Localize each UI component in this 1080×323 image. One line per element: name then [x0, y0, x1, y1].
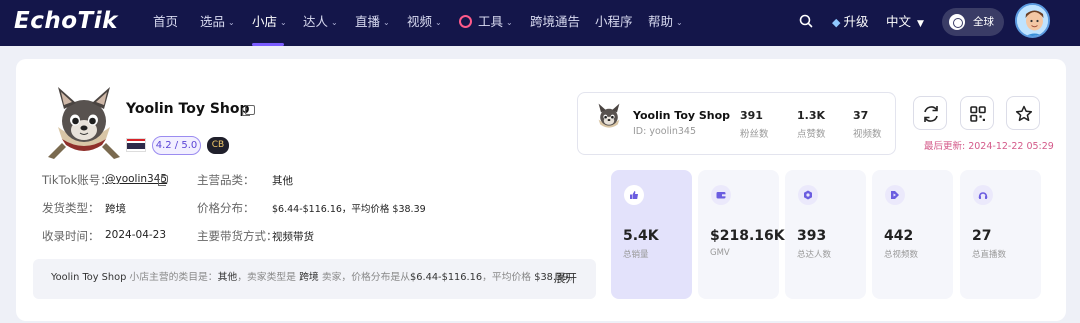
stat-total-lives: 27 总直播数: [960, 170, 1041, 299]
mini-shop-logo: [593, 102, 625, 134]
indexed-date-label: 收录时间：: [42, 229, 100, 243]
thumbs-up-icon: [624, 185, 644, 205]
chevron-down-icon: ⌄: [676, 18, 683, 27]
nav-cross-border-notice[interactable]: 跨境通告: [530, 0, 580, 46]
nav-home[interactable]: 首页: [153, 0, 178, 46]
region-selector[interactable]: 全球: [942, 8, 1004, 36]
refresh-icon: [924, 106, 938, 122]
tools-icon: [459, 15, 472, 28]
sales-mode-label: 主要带货方式：: [197, 229, 278, 243]
active-tab-indicator: [252, 43, 284, 46]
expand-summary-button[interactable]: 展开: [554, 259, 577, 297]
mini-shop-name: Yoolin Toy Shop: [633, 109, 731, 122]
live-icon: [973, 185, 993, 205]
stat-total-creators: 393 总达人数: [785, 170, 866, 299]
summary-text: Yoolin Toy Shop 小店主营的类目是：其他，卖家类型是 跨境 卖家，…: [51, 272, 579, 283]
nav-help[interactable]: 帮助 ⌄: [648, 0, 683, 46]
star-icon: [1015, 105, 1033, 122]
nav-tools[interactable]: 工具 ⌄: [459, 0, 513, 46]
nav-live[interactable]: 直播 ⌄: [355, 0, 390, 46]
stat-total-videos: 442 总视频数: [872, 170, 953, 299]
sales-mode-value: 视频带货: [272, 231, 314, 243]
videos-label: 视频数: [853, 129, 882, 140]
category-value: 其他: [272, 175, 293, 187]
cross-border-badge: CB: [207, 137, 229, 154]
followers-count: 391: [740, 109, 763, 122]
user-avatar[interactable]: [1015, 3, 1050, 38]
rating-badge: 4.2 / 5.0: [152, 136, 201, 155]
likes-count: 1.3K: [797, 109, 826, 122]
diamond-icon: ◆: [832, 16, 841, 29]
nav-mini-program[interactable]: 小程序: [595, 0, 633, 46]
qr-code-button[interactable]: [960, 96, 994, 130]
videos-count: 37: [853, 109, 869, 122]
echotik-logo[interactable]: EchoTik: [14, 8, 118, 34]
copy-icon[interactable]: [158, 175, 168, 186]
search-icon[interactable]: [798, 13, 814, 29]
chevron-down-icon: ⌄: [435, 18, 442, 27]
ship-type-label: 发货类型：: [42, 201, 100, 215]
refresh-button[interactable]: [913, 96, 947, 130]
last-updated: 最后更新: 2024-12-22 05:29: [924, 141, 1054, 152]
globe-icon: [949, 14, 965, 30]
nav-product-selection[interactable]: 选品 ⌄: [200, 0, 235, 46]
chevron-down-icon: ⌄: [331, 18, 338, 27]
nav-shop[interactable]: 小店 ⌄: [252, 0, 287, 46]
qr-code-icon: [970, 106, 986, 122]
tiktok-account-label: TikTok账号：: [42, 173, 112, 187]
ship-type-value: 跨境: [105, 203, 126, 215]
price-range-label: 价格分布：: [197, 201, 255, 215]
wallet-icon: [711, 185, 731, 205]
chevron-down-icon: ⌄: [280, 18, 287, 27]
upgrade-button[interactable]: ◆ 升级: [832, 0, 868, 46]
shop-logo: [44, 83, 124, 163]
shop-name: Yoolin Toy Shop: [126, 101, 250, 117]
video-icon: [885, 185, 905, 205]
chevron-down-icon: ⌄: [506, 18, 513, 27]
copy-icon[interactable]: [242, 105, 255, 116]
stat-total-sales: 5.4K 总销量: [611, 170, 692, 299]
language-selector[interactable]: 中文 ▼: [886, 0, 924, 46]
caret-down-icon: ▼: [917, 19, 924, 29]
creator-icon: [798, 185, 818, 205]
nav-creators[interactable]: 达人 ⌄: [303, 0, 338, 46]
chevron-down-icon: ⌄: [228, 18, 235, 27]
followers-label: 粉丝数: [740, 129, 769, 140]
favorite-button[interactable]: [1006, 96, 1040, 130]
category-label: 主营品类：: [197, 173, 255, 187]
thailand-flag-icon: [126, 138, 146, 152]
chevron-down-icon: ⌄: [383, 18, 390, 27]
mini-shop-id: ID: yoolin345: [633, 126, 697, 137]
likes-label: 点赞数: [797, 129, 826, 140]
indexed-date-value: 2024-04-23: [105, 229, 167, 241]
stat-gmv: $218.16K GMV: [698, 170, 785, 299]
top-nav: EchoTik 首页 选品 ⌄ 小店 ⌄ 达人 ⌄ 直播 ⌄ 视频 ⌄ 工具 ⌄ 跨境通告 …: [0, 0, 1080, 46]
price-range-value: $6.44-$116.16，平均价格 $38.39: [272, 204, 426, 215]
shop-summary: Yoolin Toy Shop 小店主营的类目是：其他，卖家类型是 跨境 卖家，…: [33, 259, 596, 299]
nav-videos[interactable]: 视频 ⌄: [407, 0, 442, 46]
